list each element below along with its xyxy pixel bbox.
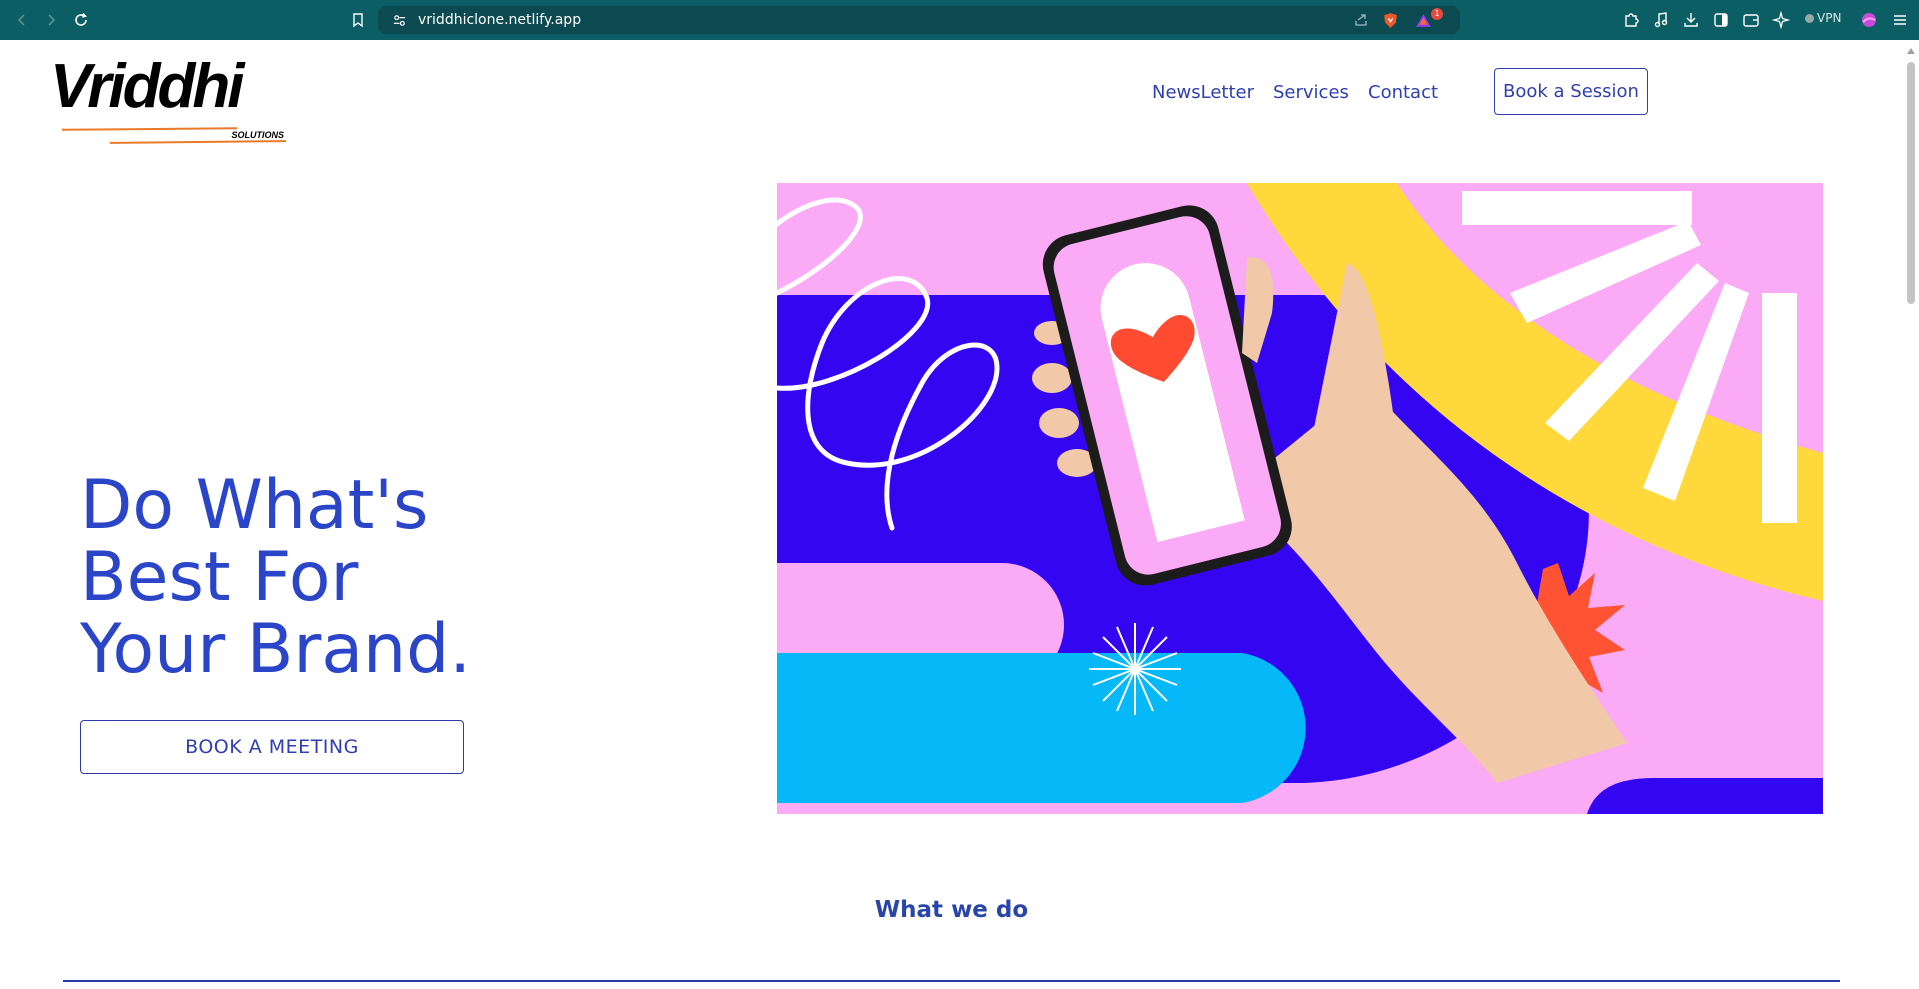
book-meeting-button[interactable]: BOOK A MEETING (80, 720, 464, 774)
back-icon[interactable] (11, 9, 33, 31)
logo-text: Vriddhi (50, 52, 244, 121)
brave-rewards-icon[interactable] (1414, 11, 1432, 29)
nav-services-link[interactable]: Services (1273, 82, 1349, 103)
logo-underline (61, 127, 238, 131)
vpn-label: VPN (1817, 11, 1842, 25)
menu-icon[interactable] (1889, 9, 1911, 31)
finger (1032, 363, 1072, 393)
page: Vriddhi SOLUTIONS NewsLetter Services Co… (0, 40, 1919, 989)
site-settings-icon[interactable] (390, 11, 408, 29)
leo-ai-icon[interactable] (1770, 9, 1792, 31)
media-icon[interactable] (1650, 9, 1672, 31)
scrollbar[interactable] (1903, 40, 1919, 989)
reload-icon[interactable] (70, 9, 92, 31)
vpn-status-icon (1805, 14, 1814, 23)
nav-contact-link[interactable]: Contact (1368, 82, 1438, 103)
hero-title-line: Do What's (80, 466, 429, 545)
hero-title-line: Best For (80, 538, 359, 617)
section-title: What we do (874, 897, 1029, 923)
book-session-button[interactable]: Book a Session (1494, 68, 1648, 115)
extensions-icon[interactable] (1620, 9, 1642, 31)
scroll-up-icon[interactable] (1907, 48, 1915, 54)
sidebar-icon[interactable] (1710, 9, 1732, 31)
browser-toolbar: vriddhiclone.netlify.app 1 VPN (0, 0, 1919, 40)
vriddhi-logo[interactable]: Vriddhi SOLUTIONS (50, 52, 287, 146)
cyan-pill-shape (777, 653, 1306, 803)
profile-avatar-icon[interactable] (1858, 9, 1880, 31)
nav-newsletter-link[interactable]: NewsLetter (1152, 82, 1254, 103)
logo-underline (109, 140, 287, 144)
hero-illustration (777, 183, 1823, 814)
brave-shields-icon[interactable] (1381, 11, 1399, 29)
address-bar[interactable]: vriddhiclone.netlify.app 1 (378, 6, 1460, 34)
bookmark-icon[interactable] (347, 9, 369, 31)
logo-subtext: SOLUTIONS (231, 130, 284, 140)
url-text[interactable]: vriddhiclone.netlify.app (418, 12, 581, 28)
forward-icon[interactable] (40, 9, 62, 31)
share-icon[interactable] (1352, 11, 1370, 29)
hero-title: Do What's Best For Your Brand. (80, 470, 600, 686)
divider (63, 980, 1840, 982)
vpn-button[interactable]: VPN (1805, 11, 1841, 25)
finger (1039, 408, 1079, 438)
hero-title-line: Your Brand. (80, 610, 471, 689)
download-icon[interactable] (1680, 9, 1702, 31)
wallet-icon[interactable] (1740, 9, 1762, 31)
blue-shape (1587, 778, 1823, 814)
notification-badge: 1 (1431, 8, 1443, 20)
scrollbar-thumb[interactable] (1907, 62, 1915, 304)
